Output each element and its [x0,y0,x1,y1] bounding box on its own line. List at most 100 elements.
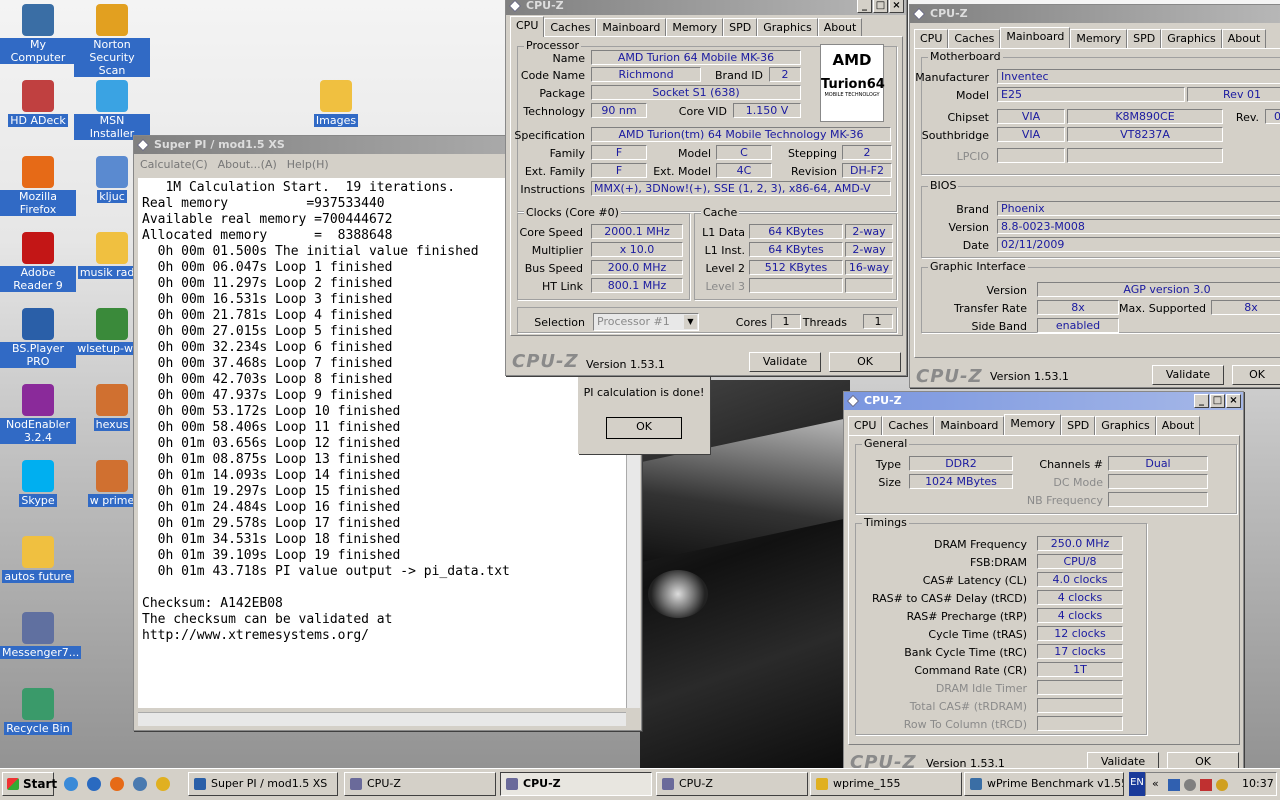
menu-calculate[interactable]: Calculate(C) [140,155,208,174]
desktop-icon-label: Recycle Bin [4,722,72,735]
minimize-button[interactable]: _ [857,0,872,13]
chipset-label: Chipset [947,111,989,124]
taskbar-item[interactable]: CPU-Z [656,772,808,796]
close-button[interactable]: × [889,0,904,13]
cpuz-titlebar[interactable]: CPU-Z _ □ × [506,0,906,15]
cpuz-memory-window: CPU-Z _ □ × CPU Caches Mainboard Memory SPD Gra… [843,391,1244,773]
taskbar-item-label: Super PI / mod1.5 XS [211,777,328,790]
taskbar-item[interactable]: Super PI / mod1.5 XS [188,772,338,796]
language-indicator[interactable]: EN [1129,772,1145,796]
tab-graphics[interactable]: Graphics [1095,416,1156,435]
document-icon [96,384,128,416]
maximize-button[interactable]: □ [873,0,888,13]
taskbar-item[interactable]: wprime_155 [810,772,962,796]
package-label: Package [539,87,585,100]
desktop-icon[interactable]: Adobe Reader 9 [0,232,76,292]
desktop-icon[interactable]: Messenger7... [0,612,82,659]
desktop-icon[interactable]: MSN Installer [74,80,150,140]
windows-live-icon [96,308,128,340]
desktop-icon[interactable]: Norton Security Scan [74,4,150,77]
tab-caches[interactable]: Caches [544,18,597,37]
desktop-icon[interactable]: NodEnabler 3.2.4 [0,384,76,444]
minimize-button[interactable]: _ [1194,394,1209,408]
busspeed-value: 200.0 MHz [591,260,683,275]
desktop-icon[interactable]: Mozilla Firefox [0,156,76,216]
close-button[interactable]: × [1226,394,1241,408]
start-button[interactable]: Start [2,772,57,796]
tab-about[interactable]: About [817,18,863,37]
desktop-icon[interactable]: Recycle Bin [0,688,76,735]
tab-memory[interactable]: Memory [1070,29,1128,48]
tray-expand-icon[interactable]: « [1152,773,1159,795]
folder-icon [96,232,128,264]
taskbar-item[interactable]: CPU-Z [344,772,496,796]
mb-model-label: Model [955,89,989,102]
clock[interactable]: 10:37 [1242,773,1274,795]
validate-button[interactable]: Validate [749,352,821,372]
extmodel-label: Ext. Model [653,165,711,178]
window-title: CPU-Z [864,394,902,407]
explorer-icon[interactable] [133,777,147,791]
chevron-down-icon[interactable]: ▼ [684,315,697,329]
show-desktop-icon[interactable] [64,777,78,791]
level3-label: Level 3 [705,280,745,293]
gi-version-label: Version [986,284,1027,297]
desktop-icon[interactable]: HD ADeck [0,80,76,127]
horizontal-scrollbar[interactable] [138,712,626,726]
validate-button[interactable]: Validate [1152,365,1224,385]
desktop-icon[interactable]: BS.Player PRO [0,308,76,368]
transfer-rate-value: 8x [1037,300,1119,315]
tab-about[interactable]: About [1155,416,1201,435]
tab-spd[interactable]: SPD [1061,416,1096,435]
maximize-button[interactable]: □ [1210,394,1225,408]
timing-value: 4.0 clocks [1037,572,1123,587]
cpuz-titlebar[interactable]: CPU-Z [910,5,1280,23]
taskbar-item[interactable]: CPU-Z [500,772,652,796]
ie-icon[interactable] [87,777,101,791]
tab-cpu[interactable]: CPU [914,29,949,48]
tab-spd[interactable]: SPD [1127,29,1162,48]
media-player-icon[interactable] [156,777,170,791]
security-icon[interactable] [1200,779,1212,791]
group-title: BIOS [928,179,959,192]
network-icon[interactable] [1168,779,1180,791]
tab-graphics[interactable]: Graphics [757,18,818,37]
timing-label: RAS# to CAS# Delay (tRCD) [871,592,1027,605]
tab-graphics[interactable]: Graphics [1161,29,1222,48]
desktop-icon[interactable]: Skype [0,460,76,507]
superpi-title: Super PI / mod1.5 XS [154,138,285,151]
tab-memory[interactable]: Memory [666,18,724,37]
tab-memory[interactable]: Memory [1004,414,1062,435]
tab-cpu[interactable]: CPU [848,416,883,435]
tab-spd[interactable]: SPD [723,18,758,37]
mem-type-label: Type [875,458,901,471]
cpuz-tabs-a: CPU Caches Mainboard Memory SPD Graphics About [510,16,863,37]
taskbar-item[interactable]: wPrime Benchmark v1.55 [964,772,1124,796]
cpu-panel: Processor Name AMD Turion 64 Mobile MK-3… [510,36,903,336]
folder-icon [22,536,54,568]
recycle-bin-icon [22,688,54,720]
menu-help[interactable]: Help(H) [287,155,329,174]
battery-icon[interactable] [1216,779,1228,791]
tab-mainboard[interactable]: Mainboard [596,18,667,37]
dialog-ok-button[interactable]: OK [606,417,682,439]
cpuz-titlebar[interactable]: CPU-Z _ □ × [844,392,1243,410]
desktop-icon[interactable]: My Computer [0,4,76,64]
menu-about[interactable]: About...(A) [218,155,277,174]
tab-caches[interactable]: Caches [948,29,1001,48]
tab-about[interactable]: About [1221,29,1267,48]
cpuz-tabs-b: CPU Caches Mainboard Memory SPD Graphics About [914,27,1267,48]
ok-button[interactable]: OK [1232,365,1280,385]
tab-cpu[interactable]: CPU [510,16,545,37]
tab-mainboard[interactable]: Mainboard [1000,27,1071,48]
desktop-icon[interactable]: Images [298,80,374,127]
tab-caches[interactable]: Caches [882,416,935,435]
tab-mainboard[interactable]: Mainboard [934,416,1005,435]
firefox-quicklaunch-icon[interactable] [110,777,124,791]
processor-select[interactable]: Processor #1 ▼ [593,313,699,331]
turion-logo-text: Turion64 [821,77,885,92]
southbridge-vendor: VIA [997,127,1065,142]
ok-button[interactable]: OK [829,352,901,372]
volume-icon[interactable] [1184,779,1196,791]
desktop-icon[interactable]: autos future [0,536,76,583]
